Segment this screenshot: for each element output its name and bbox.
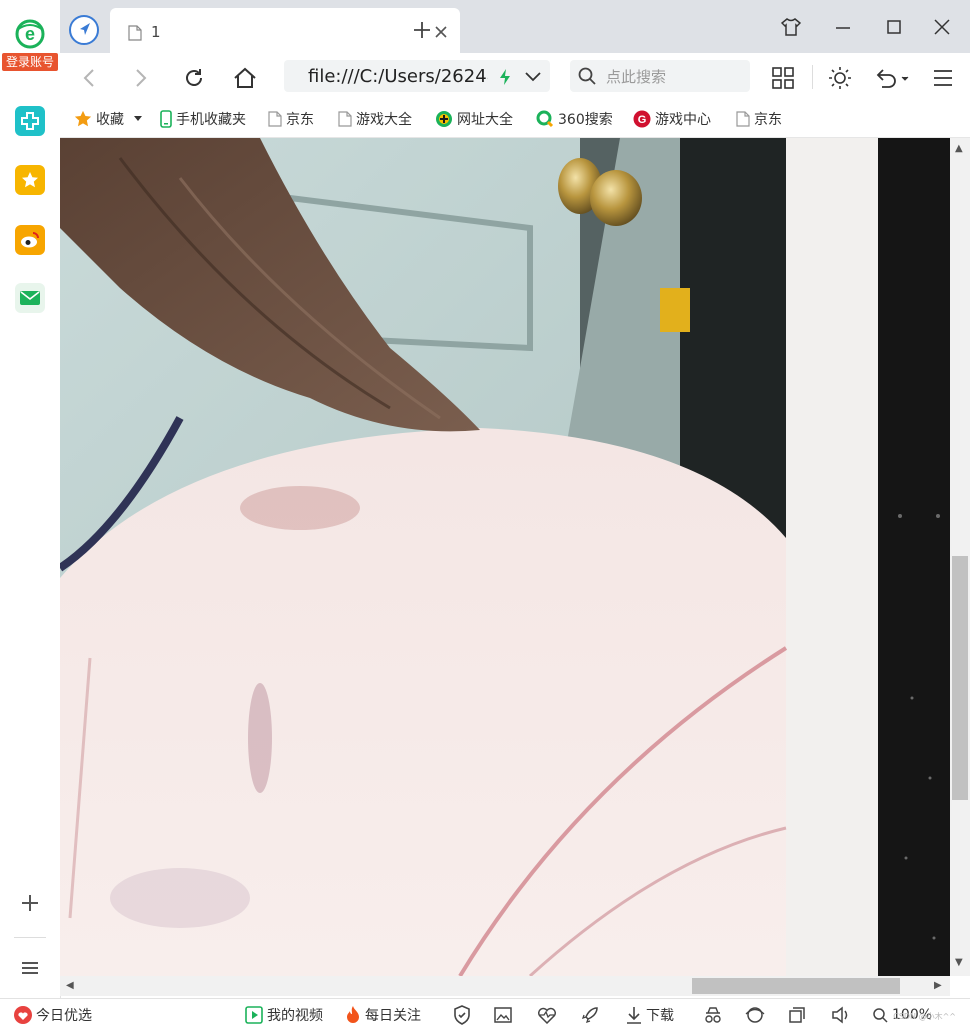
minimize-icon[interactable]: [832, 16, 854, 38]
window-restore-icon[interactable]: [787, 1005, 807, 1025]
bookmark-label: 游戏大全: [356, 112, 412, 128]
security-shield-icon[interactable]: [452, 1005, 472, 1025]
address-url-text[interactable]: file:///C:/Users/26248: [308, 66, 488, 87]
refresh-icon[interactable]: [181, 65, 207, 91]
scroll-left-arrow-icon[interactable]: ◀: [66, 981, 74, 991]
brightness-sun-icon[interactable]: [827, 65, 853, 91]
apps-grid-icon[interactable]: [770, 65, 796, 91]
bookmark-favorites[interactable]: 收藏: [74, 109, 142, 129]
volume-speaker-icon[interactable]: [831, 1005, 851, 1025]
sidebar-mail-icon[interactable]: [15, 283, 45, 313]
zoom-magnifier-icon: [872, 1007, 888, 1023]
address-bar[interactable]: file:///C:/Users/26248: [284, 60, 550, 92]
favorites-dropdown-icon[interactable]: [134, 116, 142, 122]
bookmark-games[interactable]: 游戏大全: [338, 109, 418, 129]
browser-e-icon[interactable]: [745, 1005, 765, 1025]
login-account-button[interactable]: 登录账号: [2, 53, 58, 71]
sidebar-favorites-star-icon[interactable]: [15, 165, 45, 195]
left-sidebar: e 登录账号: [0, 0, 61, 998]
status-bar: 今日优选 我的视频 每日关注 下载 100% CSDN @小木^^: [0, 998, 970, 1031]
browser-logo-icon[interactable]: e: [14, 18, 46, 50]
page-content-photo: [60, 138, 950, 976]
sidebar-app-plus-icon[interactable]: [15, 106, 45, 136]
zoomed-photo-image: [60, 138, 950, 976]
phone-icon: [160, 110, 172, 128]
sidebar-list-icon[interactable]: [18, 956, 42, 980]
download-button[interactable]: 下载: [626, 1006, 674, 1024]
horizontal-scroll-thumb[interactable]: [692, 978, 900, 994]
today-picks-button[interactable]: 今日优选: [14, 1006, 92, 1024]
today-picks-label: 今日优选: [36, 1008, 92, 1024]
bookmark-360-search[interactable]: 360搜索: [536, 109, 613, 129]
download-arrow-icon: [626, 1006, 642, 1024]
toolbar-separator: [812, 65, 813, 89]
sidebar-divider: [14, 937, 46, 938]
image-icon[interactable]: [493, 1005, 513, 1025]
document-icon: [128, 25, 142, 45]
forward-arrow-icon[interactable]: [128, 65, 154, 91]
back-arrow-icon[interactable]: [76, 65, 102, 91]
health-heartbeat-icon[interactable]: [537, 1005, 557, 1025]
skin-shirt-icon[interactable]: [780, 16, 802, 38]
horizontal-scrollbar[interactable]: ◀ ▶: [60, 976, 950, 996]
download-label: 下载: [646, 1008, 674, 1024]
bookmark-label: 网址大全: [457, 112, 513, 128]
search-360-icon: [536, 110, 554, 128]
bookmark-site-nav[interactable]: 网址大全: [435, 109, 513, 129]
home-icon[interactable]: [232, 65, 258, 91]
bookmarks-bar: 收藏 手机收藏夹 京东 游戏大全 网址大全 360搜索 G 游戏中心 京东: [60, 100, 970, 138]
search-box[interactable]: [570, 60, 750, 94]
navigation-compass-icon[interactable]: [68, 14, 100, 46]
vertical-scrollbar[interactable]: ▲ ▼: [950, 138, 970, 976]
svg-text:G: G: [638, 114, 647, 126]
fire-icon: [345, 1005, 361, 1025]
page-icon: [268, 111, 282, 127]
navigation-toolbar: file:///C:/Users/26248: [60, 53, 970, 100]
my-videos-label: 我的视频: [267, 1008, 323, 1024]
speed-mode-bolt-icon[interactable]: [498, 68, 512, 90]
maximize-icon[interactable]: [883, 16, 905, 38]
scroll-down-arrow-icon[interactable]: ▼: [955, 958, 963, 968]
bookmark-label: 收藏: [96, 112, 124, 128]
bookmark-jd-2[interactable]: 京东: [736, 109, 782, 129]
bookmark-label: 游戏中心: [655, 112, 711, 128]
vertical-scroll-thumb[interactable]: [952, 556, 968, 800]
bookmark-label: 手机收藏夹: [176, 112, 246, 128]
tab-title: 1: [151, 23, 161, 41]
bookmark-label: 京东: [286, 112, 314, 128]
undo-close-tab-icon[interactable]: [872, 65, 912, 91]
scroll-up-arrow-icon[interactable]: ▲: [955, 144, 963, 154]
active-tab[interactable]: 1: [110, 8, 460, 53]
video-play-icon: [245, 1006, 263, 1024]
search-icon: [578, 67, 596, 89]
close-tab-icon[interactable]: [434, 24, 448, 38]
svg-text:e: e: [25, 24, 35, 44]
star-icon: [74, 110, 92, 128]
rocket-icon[interactable]: [580, 1005, 600, 1025]
search-input[interactable]: [604, 60, 748, 94]
tab-bar: 1: [60, 0, 970, 53]
new-tab-plus-icon[interactable]: [412, 20, 432, 40]
bookmark-game-center[interactable]: G 游戏中心: [633, 109, 711, 129]
bookmark-label: 京东: [754, 112, 782, 128]
bookmark-label: 360搜索: [558, 112, 613, 128]
bookmark-mobile-favorites[interactable]: 手机收藏夹: [160, 109, 246, 129]
scroll-right-arrow-icon[interactable]: ▶: [934, 981, 942, 991]
incognito-icon[interactable]: [703, 1005, 723, 1025]
daily-follow-button[interactable]: 每日关注: [345, 1006, 421, 1024]
page-icon: [338, 111, 352, 127]
address-dropdown-chevron-icon[interactable]: [524, 68, 542, 88]
game-center-icon: G: [633, 110, 651, 128]
bookmark-jd[interactable]: 京东: [268, 109, 314, 129]
sidebar-weibo-icon[interactable]: [15, 225, 45, 255]
daily-follow-label: 每日关注: [365, 1008, 421, 1024]
my-videos-button[interactable]: 我的视频: [245, 1006, 323, 1024]
page-icon: [736, 111, 750, 127]
site-nav-icon: [435, 110, 453, 128]
csdn-watermark: CSDN @小木^^: [893, 1012, 956, 1021]
main-menu-icon[interactable]: [930, 65, 956, 91]
close-window-icon[interactable]: [931, 16, 953, 38]
heart-icon: [14, 1006, 32, 1024]
sidebar-add-icon[interactable]: [18, 891, 42, 915]
